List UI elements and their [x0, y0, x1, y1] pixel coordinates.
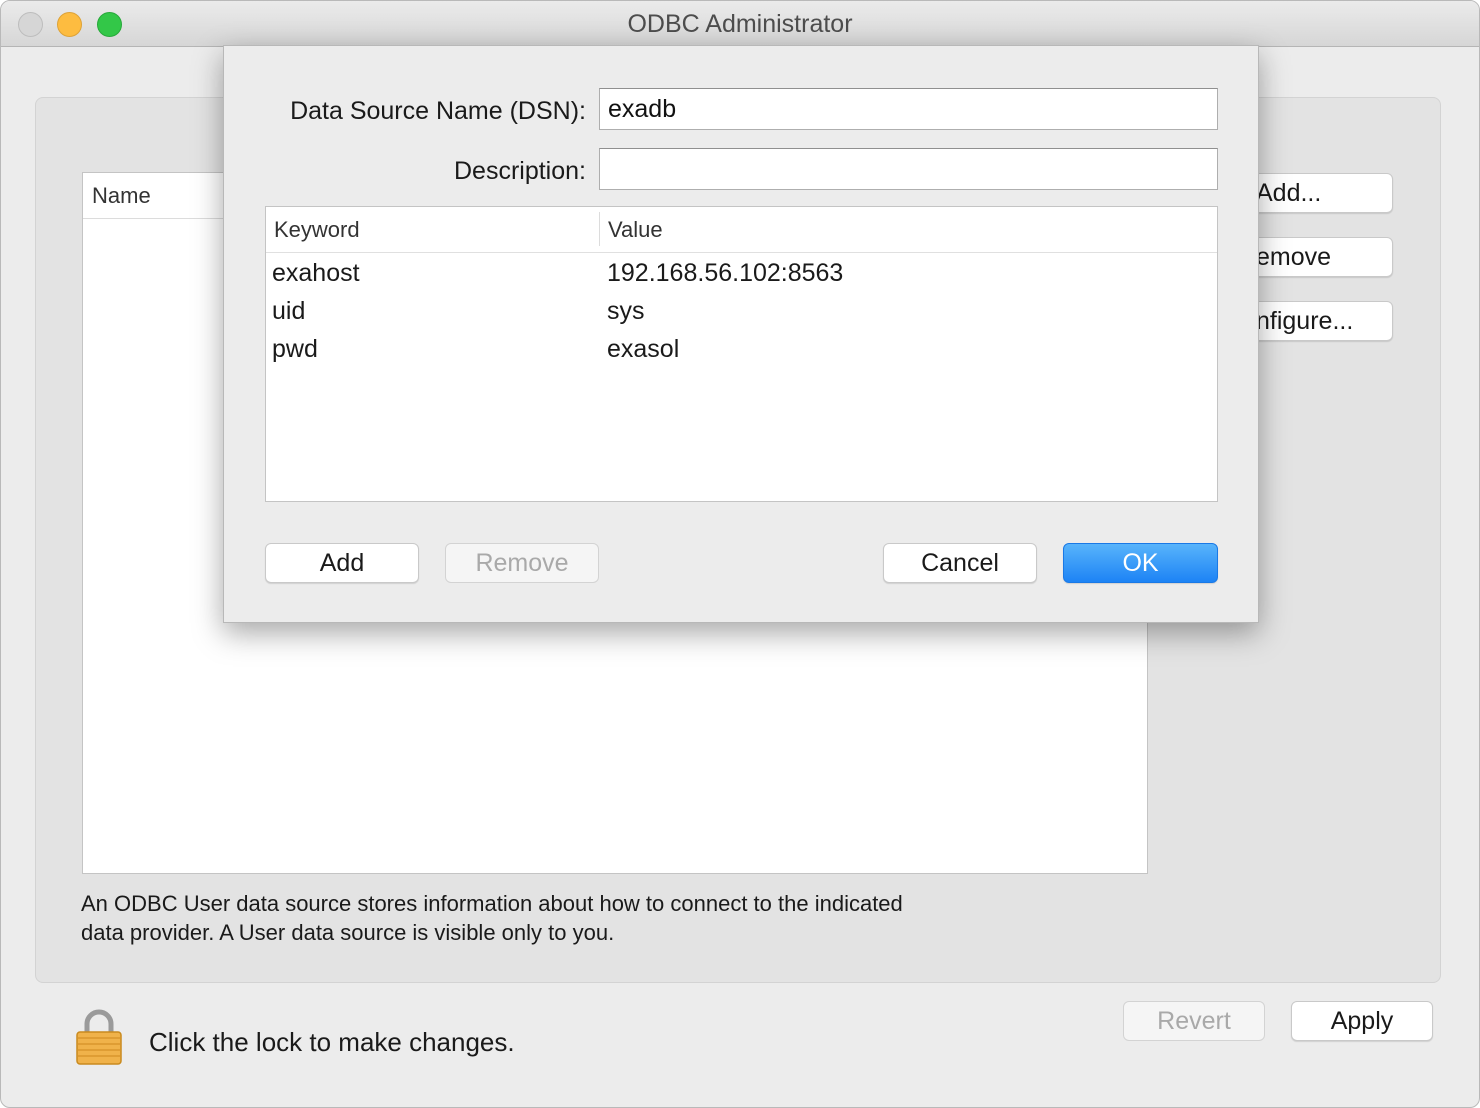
info-text: An ODBC User data source stores informat… — [81, 889, 1001, 947]
odbc-administrator-window: ODBC Administrator Name Add... emove nfi… — [0, 0, 1480, 1108]
value-cell: exasol — [607, 335, 680, 363]
remove-keyword-button[interactable]: Remove — [445, 543, 599, 583]
kv-table-header: Keyword Value — [266, 207, 1217, 253]
keyword-value-table[interactable]: Keyword Value exahost 192.168.56.102:856… — [265, 206, 1218, 502]
value-column-header[interactable]: Value — [608, 217, 663, 243]
lock-text: Click the lock to make changes. — [149, 1027, 515, 1057]
value-cell: sys — [607, 297, 645, 325]
apply-button[interactable]: Apply — [1291, 1001, 1433, 1041]
keyword-cell: pwd — [272, 335, 318, 363]
info-text-line-2: data provider. A User data source is vis… — [81, 920, 615, 945]
title-bar: ODBC Administrator — [1, 1, 1479, 47]
name-column-header[interactable]: Name — [92, 183, 151, 209]
table-row[interactable]: uid sys — [266, 295, 1217, 333]
table-row[interactable]: pwd exasol — [266, 333, 1217, 371]
add-dsn-button[interactable]: Add... — [1241, 173, 1393, 213]
cancel-button[interactable]: Cancel — [883, 543, 1037, 583]
dsn-setup-sheet: Data Source Name (DSN): exadb Descriptio… — [223, 45, 1259, 623]
info-text-line-1: An ODBC User data source stores informat… — [81, 891, 903, 916]
column-divider[interactable] — [599, 212, 600, 246]
keyword-cell: exahost — [272, 259, 360, 287]
table-row[interactable]: exahost 192.168.56.102:8563 — [266, 257, 1217, 295]
remove-dsn-button[interactable]: emove — [1241, 237, 1393, 277]
lock-icon[interactable] — [75, 1007, 123, 1065]
configure-dsn-button[interactable]: nfigure... — [1241, 301, 1393, 341]
description-label: Description: — [454, 157, 586, 185]
window-title: ODBC Administrator — [627, 10, 853, 38]
ok-button[interactable]: OK — [1063, 543, 1218, 583]
dsn-input[interactable]: exadb — [599, 88, 1218, 130]
dsn-label: Data Source Name (DSN): — [290, 97, 586, 125]
add-keyword-button[interactable]: Add — [265, 543, 419, 583]
description-input[interactable] — [599, 148, 1218, 190]
keyword-cell: uid — [272, 297, 306, 325]
revert-button[interactable]: Revert — [1123, 1001, 1265, 1041]
value-cell: 192.168.56.102:8563 — [607, 259, 844, 287]
keyword-column-header[interactable]: Keyword — [274, 217, 360, 243]
